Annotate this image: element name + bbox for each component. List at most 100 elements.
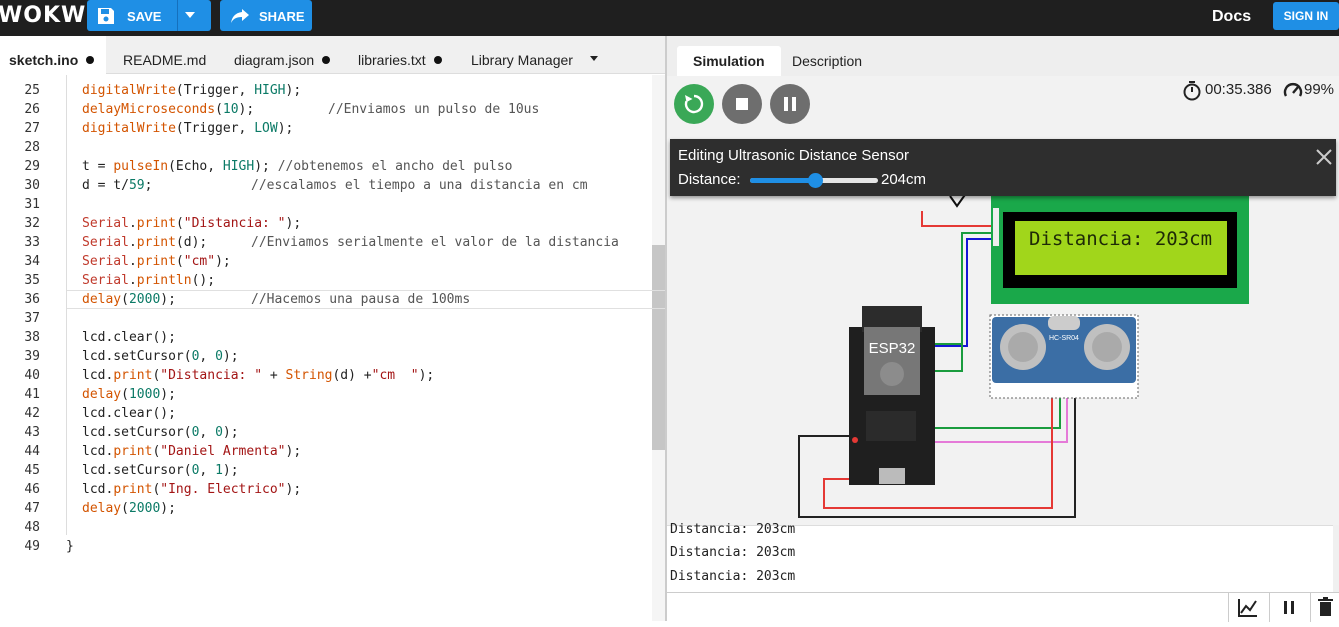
line-number: 49 bbox=[24, 539, 40, 554]
tab-label: libraries.txt bbox=[358, 52, 426, 68]
esp-label: ESP32 bbox=[869, 340, 916, 357]
indent-guide bbox=[66, 75, 67, 535]
code-line: delay(2000);//Hacemos una pausa de 100ms bbox=[82, 292, 471, 307]
line-number: 28 bbox=[24, 140, 40, 155]
modified-dot bbox=[433, 56, 442, 64]
tab-library-manager[interactable]: Library Manager bbox=[471, 36, 573, 74]
serial-toolbar bbox=[667, 592, 1339, 622]
line-number: 39 bbox=[24, 349, 40, 364]
close-icon[interactable] bbox=[1314, 147, 1334, 167]
scrollbar-thumb[interactable] bbox=[652, 245, 666, 450]
edit-panel-title: Editing Ultrasonic Distance Sensor bbox=[678, 147, 909, 164]
line-number: 25 bbox=[24, 83, 40, 98]
line-number: 42 bbox=[24, 406, 40, 421]
lcd-display: Distancia: 203cm bbox=[991, 195, 1249, 304]
code-line: } bbox=[66, 539, 74, 554]
save-divider bbox=[177, 0, 178, 31]
tab-sketch[interactable]: sketch.ino bbox=[0, 36, 106, 74]
tab-label: diagram.json bbox=[234, 52, 315, 68]
simulation-tabs: Simulation Description bbox=[667, 36, 1339, 76]
line-number: 31 bbox=[24, 197, 40, 212]
editor-tabs: sketch.ino README.md diagram.json librar… bbox=[0, 36, 666, 74]
code-line: digitalWrite(Trigger, LOW); bbox=[82, 121, 294, 136]
save-label: SAVE bbox=[127, 9, 162, 24]
code-line: lcd.setCursor(0, 0); bbox=[82, 349, 239, 364]
share-button[interactable]: SHARE bbox=[220, 0, 312, 31]
chart-icon bbox=[1238, 599, 1257, 617]
serial-line: Distancia: 203cm bbox=[670, 522, 796, 537]
code-line: lcd.print("Distancia: " + String(d) +"cm… bbox=[82, 368, 435, 383]
line-number: 44 bbox=[24, 444, 40, 459]
share-label: SHARE bbox=[259, 9, 305, 24]
ultrasonic-sensor: HC-SR04 bbox=[989, 314, 1139, 399]
tab-libraries[interactable]: libraries.txt bbox=[358, 36, 442, 74]
pause-icon bbox=[1284, 601, 1294, 614]
line-number: 43 bbox=[24, 425, 40, 440]
simulation-canvas[interactable]: 00:35.386 99% Distancia: 203cm ESP32 HC-… bbox=[667, 76, 1339, 525]
line-number: 30 bbox=[24, 178, 40, 193]
tab-description[interactable]: Description bbox=[776, 46, 878, 76]
code-line: delayMicroseconds(10);//Enviamos un puls… bbox=[82, 102, 540, 117]
serial-line: Distancia: 203cm bbox=[670, 545, 796, 560]
serial-scrollbar[interactable] bbox=[1333, 525, 1339, 592]
code-line: Serial.print("cm"); bbox=[82, 254, 231, 269]
code-line: lcd.print("Daniel Armenta"); bbox=[82, 444, 302, 459]
code-line: delay(2000); bbox=[82, 501, 176, 516]
line-number: 35 bbox=[24, 273, 40, 288]
clear-serial-button[interactable] bbox=[1310, 593, 1339, 622]
line-number: 34 bbox=[24, 254, 40, 269]
chevron-down-icon[interactable] bbox=[185, 11, 195, 19]
code-line: delay(1000); bbox=[82, 387, 176, 402]
code-line: lcd.clear(); bbox=[82, 330, 176, 345]
tab-menu-icon[interactable] bbox=[590, 56, 598, 61]
line-number: 46 bbox=[24, 482, 40, 497]
slider-handle[interactable] bbox=[808, 173, 824, 188]
top-bar: WOKWi SAVE SHARE Docs SIGN IN bbox=[0, 0, 1339, 36]
component-editor-panel: Editing Ultrasonic Distance Sensor Dista… bbox=[670, 139, 1336, 196]
trash-icon bbox=[1318, 597, 1333, 616]
code-line: lcd.setCursor(0, 0); bbox=[82, 425, 239, 440]
tab-label: sketch.ino bbox=[9, 52, 79, 68]
tab-readme[interactable]: README.md bbox=[123, 36, 206, 74]
code-line: lcd.setCursor(0, 1); bbox=[82, 463, 239, 478]
code-line: d = t/59;//escalamos el tiempo a una dis… bbox=[82, 178, 588, 193]
line-number: 40 bbox=[24, 368, 40, 383]
tab-label: Library Manager bbox=[471, 52, 573, 68]
line-number: 27 bbox=[24, 121, 40, 136]
code-line: Serial.print(d);//Enviamos serialmente e… bbox=[82, 235, 619, 250]
share-icon bbox=[231, 9, 249, 23]
line-number: 41 bbox=[24, 387, 40, 402]
line-gutter: 25 26 27 28 29 30 31 32 33 34 35 36 37 38 39 40 41 42 43 44… bbox=[0, 75, 64, 621]
modified-dot bbox=[322, 56, 331, 64]
lcd-text: Distancia: 203cm bbox=[1029, 228, 1212, 250]
signin-button[interactable]: SIGN IN bbox=[1273, 2, 1339, 30]
tab-label: README.md bbox=[123, 52, 207, 68]
sensor-label: HC-SR04 bbox=[1049, 335, 1079, 342]
line-number: 37 bbox=[24, 311, 40, 326]
line-number: 45 bbox=[24, 463, 40, 478]
line-number: 47 bbox=[24, 501, 40, 516]
code-line: Serial.println(); bbox=[82, 273, 216, 288]
code-line: lcd.clear(); bbox=[82, 406, 176, 421]
save-icon bbox=[98, 8, 114, 24]
code-editor[interactable]: 25 26 27 28 29 30 31 32 33 34 35 36 37 38 39 40 41 42 43 44… bbox=[0, 75, 666, 621]
tab-simulation[interactable]: Simulation bbox=[677, 46, 781, 76]
code-line: lcd.print("Ing. Electrico"); bbox=[82, 482, 302, 497]
wokwi-logo[interactable]: WOKWi bbox=[0, 3, 95, 28]
serial-line: Distancia: 203cm bbox=[670, 569, 796, 584]
plotter-button[interactable] bbox=[1228, 593, 1266, 622]
slider-fill bbox=[750, 178, 816, 183]
distance-value: 204cm bbox=[881, 171, 927, 188]
serial-monitor[interactable]: Distancia: 203cm Distancia: 203cm Distan… bbox=[667, 522, 1339, 592]
code-line: Serial.print("Distancia: "); bbox=[82, 216, 302, 231]
code-line: t = pulseIn(Echo, HIGH); //obtenemos el … bbox=[82, 159, 513, 174]
distance-slider[interactable] bbox=[750, 173, 878, 188]
docs-link[interactable]: Docs bbox=[1212, 8, 1251, 26]
serial-pause-button[interactable] bbox=[1269, 593, 1307, 622]
save-button[interactable]: SAVE bbox=[87, 0, 211, 31]
esp32-board: ESP32 bbox=[849, 306, 935, 485]
line-number: 36 bbox=[24, 292, 40, 307]
tab-diagram[interactable]: diagram.json bbox=[234, 36, 331, 74]
distance-label: Distance: bbox=[678, 171, 741, 188]
line-number: 48 bbox=[24, 520, 40, 535]
